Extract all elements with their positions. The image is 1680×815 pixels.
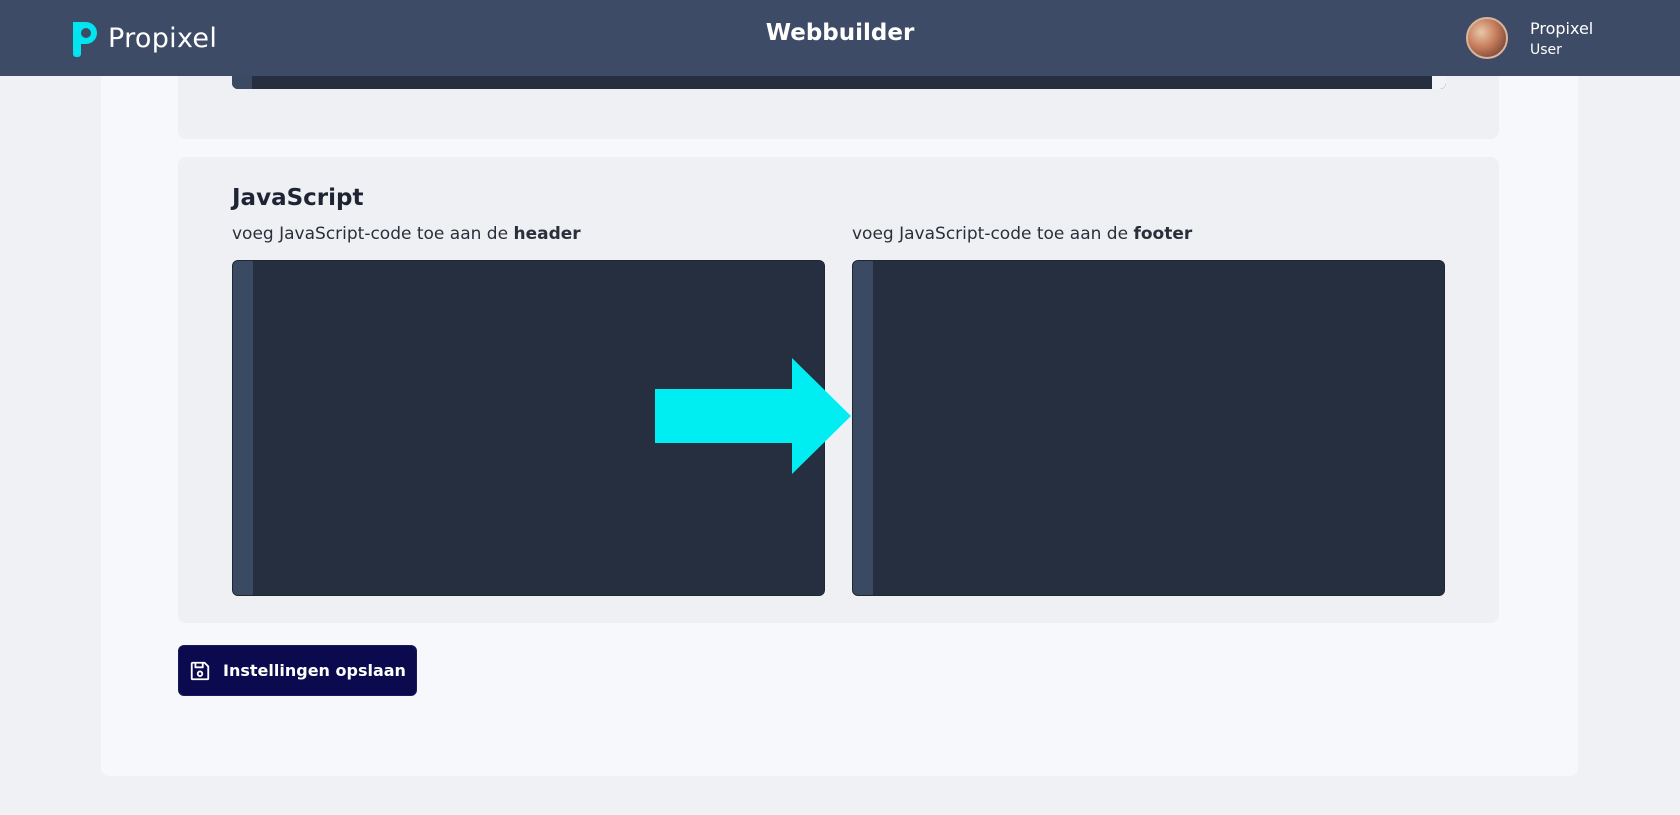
- app-title: Webbuilder: [765, 20, 915, 46]
- header-js-label: voeg JavaScript-code toe aan de header: [232, 224, 581, 244]
- save-settings-button[interactable]: Instellingen opslaan: [178, 645, 417, 696]
- footer-js-label-bold: footer: [1133, 224, 1193, 244]
- user-role: User: [1530, 41, 1562, 58]
- avatar[interactable]: [1466, 17, 1508, 59]
- footer-js-label-prefix: voeg JavaScript-code toe aan de: [852, 224, 1134, 244]
- footer-js-editor[interactable]: [852, 260, 1445, 596]
- user-name: Propixel: [1530, 18, 1594, 38]
- header-js-label-prefix: voeg JavaScript-code toe aan de: [232, 224, 514, 244]
- editor-gutter: [233, 261, 253, 595]
- top-bar: Propixel Webbuilder Propixel User: [0, 0, 1680, 76]
- section-title: JavaScript: [232, 185, 364, 211]
- css-code-editor[interactable]: [232, 76, 1446, 89]
- footer-js-label: voeg JavaScript-code toe aan de footer: [852, 224, 1192, 244]
- editor-gutter: [232, 76, 252, 89]
- user-info: Propixel User: [1530, 19, 1593, 58]
- editor-gutter: [853, 261, 873, 595]
- user-menu[interactable]: Propixel User: [1466, 16, 1593, 60]
- header-js-label-bold: header: [513, 224, 581, 244]
- editor-scrollbar[interactable]: [1432, 76, 1446, 89]
- floppy-disk-icon: [190, 661, 210, 680]
- arrow-right-icon: [655, 358, 851, 474]
- save-button-label: Instellingen opslaan: [223, 661, 406, 680]
